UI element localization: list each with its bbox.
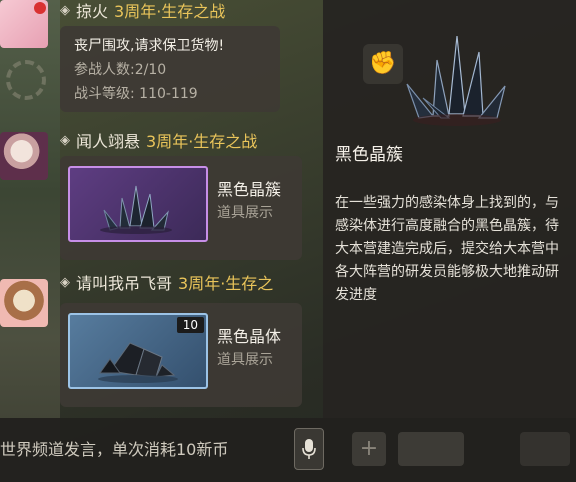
item-detail-title: 黑色晶簇 (335, 145, 403, 165)
item-detail-description: 在一些强力的感染体身上找到的，与感染体进行高度融合的黑色晶簇，待大本营建造完成后… (335, 195, 559, 303)
chat-bar: 世界频道发言，单次消耗10新币 + (0, 418, 576, 482)
black-crystal-cluster-icon[interactable] (68, 166, 208, 242)
event-tag: 3周年·生存之战 (146, 132, 258, 151)
send-button[interactable] (398, 432, 464, 466)
item-detail-panel: ✊ 黑色晶簇 在一些强力的感染体身上找到的，与感染体进行高度融合的黑色晶簇，待大… (323, 0, 576, 418)
diamond-icon: ◈ (60, 132, 70, 148)
item-share-card[interactable]: 10 黑色晶体 道具展示 (60, 303, 302, 407)
event-tag: 3周年·生存之战 (114, 2, 226, 21)
item-share-card[interactable]: 黑色晶簇 道具展示 (60, 156, 302, 260)
black-crystal-icon[interactable]: 10 (68, 313, 208, 389)
item-name: 黑色晶簇 (217, 180, 282, 199)
microphone-icon (302, 439, 316, 459)
sender-name[interactable]: 闻人翊悬 (76, 128, 140, 152)
message-header: ◈ 请叫我吊飞哥 3周年·生存之 (60, 270, 273, 294)
avatar[interactable] (0, 0, 48, 48)
item-subtitle: 道具展示 (217, 205, 273, 221)
battle-level: 战斗等级: 110-119 (74, 86, 198, 102)
invite-text: 丧尸围攻,请求保卫货物! (74, 38, 225, 54)
message-header: ◈ 闻人翊悬 3周年·生存之战 (60, 128, 257, 152)
plus-icon[interactable]: + (352, 432, 386, 466)
message-header: ◈ 掠火 3周年·生存之战 (60, 0, 225, 22)
event-tag: 3周年·生存之 (178, 274, 274, 293)
chat-input[interactable]: 世界频道发言，单次消耗10新币 (0, 432, 288, 468)
item-quantity: 10 (176, 317, 204, 333)
team-invite-message[interactable]: 丧尸围攻,请求保卫货物! 参战人数:2/10 战斗等级: 110-119 (60, 26, 280, 112)
more-button[interactable] (520, 432, 570, 466)
participants-count: 参战人数:2/10 (74, 62, 167, 78)
sender-name[interactable]: 请叫我吊飞哥 (76, 270, 172, 294)
crystal-cluster-graphic (100, 185, 172, 234)
item-subtitle: 道具展示 (217, 352, 273, 368)
notification-badge-icon (34, 2, 46, 14)
avatar[interactable] (0, 279, 48, 327)
diamond-icon: ◈ (60, 274, 70, 290)
sender-name[interactable]: 掠火 (76, 0, 108, 22)
avatar[interactable] (0, 132, 48, 180)
item-name: 黑色晶体 (217, 327, 282, 346)
voice-button[interactable] (294, 428, 324, 470)
black-crystal-cluster-icon (406, 35, 506, 126)
gear-decoration-icon (6, 60, 46, 100)
diamond-icon: ◈ (60, 2, 70, 18)
